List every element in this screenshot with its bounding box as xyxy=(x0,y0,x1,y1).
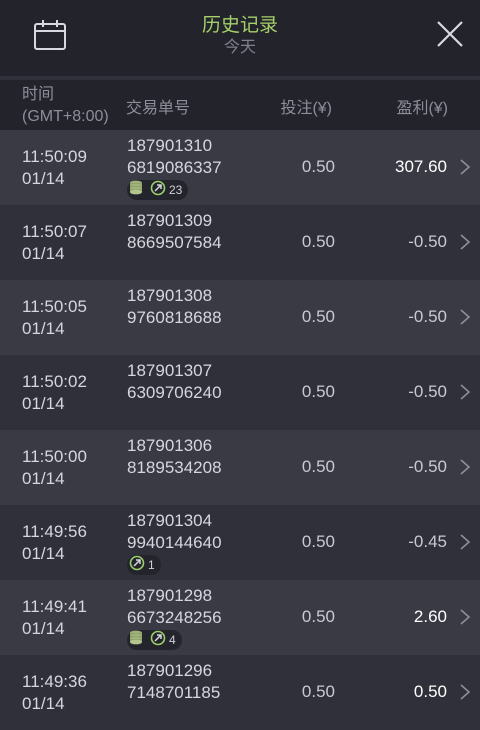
row-time: 11:50:07 01/14 xyxy=(22,222,87,263)
row-time: 11:50:02 01/14 xyxy=(22,372,87,413)
row-profit: -0.50 xyxy=(408,457,447,476)
chevron-right-icon[interactable] xyxy=(458,682,472,702)
row-time: 11:49:56 01/14 xyxy=(22,522,87,563)
share-count: 4 xyxy=(169,633,176,647)
share-icon xyxy=(150,630,166,651)
share-count: 23 xyxy=(169,183,183,197)
coins-icon xyxy=(129,629,147,652)
coins-icon xyxy=(129,179,147,202)
row-order-number: 187901309 8669507584 xyxy=(127,211,222,252)
share-icon xyxy=(129,555,145,576)
column-header-time: 时间 (GMT+8:00) xyxy=(22,86,109,125)
row-badges: 4 xyxy=(127,630,182,650)
row-stake: 0.50 xyxy=(301,457,335,476)
row-order-number: 187901308 9760818688 xyxy=(127,286,222,327)
row-time: 11:50:05 01/14 xyxy=(22,297,87,338)
row-stake: 0.50 xyxy=(301,232,335,251)
row-order-number: 187901296 7148701185 xyxy=(127,661,221,702)
chevron-right-icon[interactable] xyxy=(458,157,472,177)
row-time: 11:50:09 01/14 xyxy=(22,147,87,188)
header-bar: 历史记录 今天 xyxy=(0,0,480,76)
row-badges: 1 xyxy=(127,555,161,575)
row-time: 11:49:36 01/14 xyxy=(22,672,87,713)
chevron-right-icon[interactable] xyxy=(458,382,472,402)
row-profit: 307.60 xyxy=(395,157,447,176)
table-row[interactable]: 11:49:36 01/14 187901296 7148701185 0.50 0.50 xyxy=(0,655,480,730)
table-row[interactable]: 11:49:41 01/14 187901298 6673248256 4 0.50 2.6… xyxy=(0,580,480,655)
row-profit: 2.60 xyxy=(413,607,447,626)
row-stake: 0.50 xyxy=(301,532,335,551)
row-badges: 23 xyxy=(127,179,189,202)
table-row[interactable]: 11:50:05 01/14 187901308 9760818688 0.50 -0.5… xyxy=(0,280,480,355)
table-header: 时间 (GMT+8:00) 交易单号 投注(¥) 盈利(¥) xyxy=(0,80,480,130)
row-stake: 0.50 xyxy=(301,307,335,326)
column-header-stake: 投注(¥) xyxy=(280,100,332,117)
chevron-right-icon[interactable] xyxy=(458,307,472,327)
close-icon[interactable] xyxy=(432,16,468,52)
row-profit: 0.50 xyxy=(413,682,447,701)
table-row[interactable]: 11:50:00 01/14 187901306 8189534208 0.50 -0.5… xyxy=(0,430,480,505)
history-list: 11:50:09 01/14 187901310 6819086337 23 0.50 30… xyxy=(0,130,480,730)
table-row[interactable]: 11:50:07 01/14 187901309 8669507584 0.50 -0.5… xyxy=(0,205,480,280)
page-subtitle: 今天 xyxy=(223,39,256,56)
row-order-number: 187901307 6309706240 xyxy=(127,361,222,402)
row-profit: -0.50 xyxy=(408,307,447,326)
row-order-number: 187901304 9940144640 xyxy=(127,511,222,552)
share-icon xyxy=(150,180,166,201)
chevron-right-icon[interactable] xyxy=(458,532,472,552)
row-stake: 0.50 xyxy=(301,157,335,176)
column-header-profit: 盈利(¥) xyxy=(396,100,448,117)
chevron-right-icon[interactable] xyxy=(458,232,472,252)
column-header-order: 交易单号 xyxy=(126,100,191,117)
table-row[interactable]: 11:50:09 01/14 187901310 6819086337 23 0.50 30… xyxy=(0,130,480,205)
row-profit: -0.50 xyxy=(408,382,447,401)
row-time: 11:50:00 01/14 xyxy=(22,447,87,488)
row-profit: -0.45 xyxy=(408,532,447,551)
row-time: 11:49:41 01/14 xyxy=(22,597,87,638)
row-order-number: 187901310 6819086337 xyxy=(127,136,222,177)
table-row[interactable]: 11:49:56 01/14 187901304 9940144640 1 0.50 -0.… xyxy=(0,505,480,580)
row-stake: 0.50 xyxy=(301,382,335,401)
row-profit: -0.50 xyxy=(408,232,447,251)
badge-pill: 1 xyxy=(127,555,161,575)
badge-pill: 4 xyxy=(127,630,182,650)
row-stake: 0.50 xyxy=(301,682,335,701)
table-row[interactable]: 11:50:02 01/14 187901307 6309706240 0.50 -0.5… xyxy=(0,355,480,430)
share-count: 1 xyxy=(148,558,155,572)
row-order-number: 187901298 6673248256 xyxy=(127,586,222,627)
row-order-number: 187901306 8189534208 xyxy=(127,436,222,477)
chevron-right-icon[interactable] xyxy=(458,457,472,477)
chevron-right-icon[interactable] xyxy=(458,607,472,627)
row-stake: 0.50 xyxy=(301,607,335,626)
badge-pill: 23 xyxy=(127,179,189,202)
page-title: 历史记录 xyxy=(201,15,278,36)
title-block: 历史记录 今天 xyxy=(0,14,480,58)
